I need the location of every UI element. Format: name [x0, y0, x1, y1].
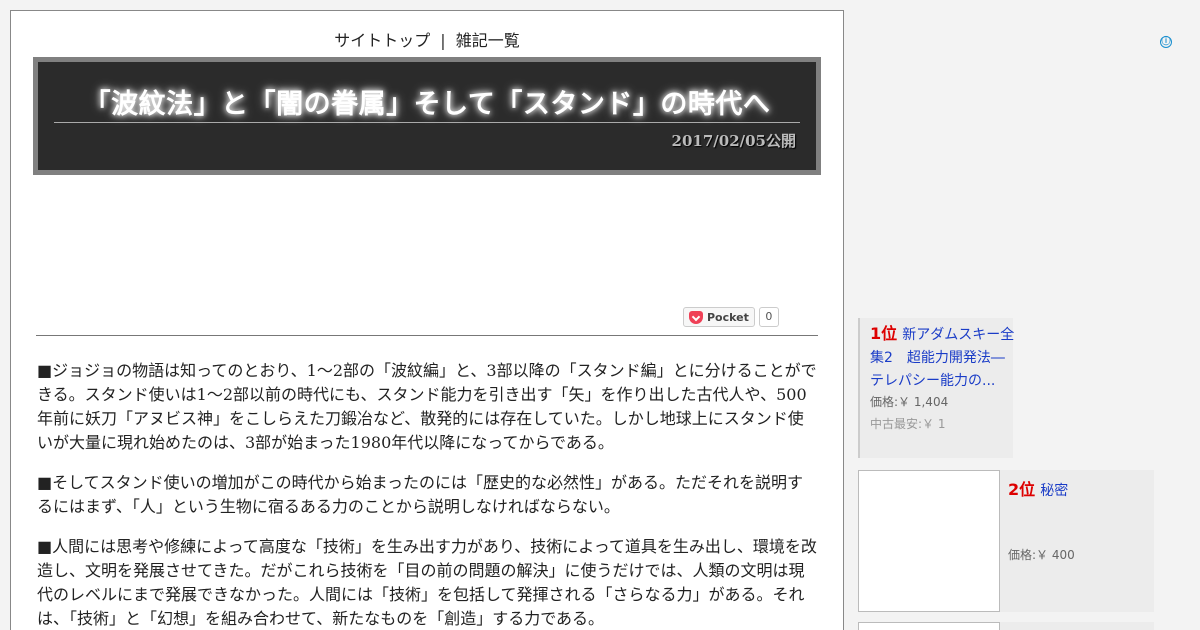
rank-position: 2位 — [1008, 480, 1036, 499]
ranking-item[interactable] — [858, 622, 1154, 630]
misc-list-link[interactable]: 雑記一覧 — [456, 31, 520, 50]
nav-separator: | — [440, 31, 446, 50]
content-divider — [36, 335, 818, 336]
article-body: ■ジョジョの物語は知ってのとおり、1～2部の「波紋編」と、3部以降の「スタンド編… — [37, 359, 817, 630]
article-paragraph: ■そしてスタンド使いの増加がこの時代から始まったのには「歴史的な必然性」がある。… — [37, 473, 803, 516]
main-content: サイトトップ | 雑記一覧 「波紋法」と「闇の眷属」そして「スタンド」の時代へ 20… — [10, 10, 844, 630]
ranking-item-title[interactable]: 秘密 — [1040, 483, 1068, 499]
ranking-item-price: 価格:￥ 1,404 — [870, 395, 949, 409]
ranking-item-used-price: 中古最安:￥ 1 — [870, 417, 946, 431]
ranking-item[interactable]: 2位 秘密 価格:￥ 400 — [858, 470, 1154, 612]
site-top-link[interactable]: サイトトップ — [334, 31, 430, 50]
article-paragraph: ■ジョジョの物語は知ってのとおり、1～2部の「波紋編」と、3部以降の「スタンド編… — [37, 361, 817, 452]
ranking-item-heading: 1位 新アダムスキー全集2 超能力開発法―テレパシー能力の... — [870, 323, 1015, 392]
article-header-inner: 「波紋法」と「闇の眷属」そして「スタンド」の時代へ 2017/02/05公開 — [38, 62, 816, 170]
title-divider — [54, 122, 800, 123]
pocket-share[interactable]: Pocket 0 — [683, 307, 779, 327]
rank-position: 1位 — [870, 324, 898, 343]
ad-info-icon[interactable]: ⓘ — [1160, 36, 1172, 48]
product-thumbnail[interactable] — [858, 622, 1000, 630]
publish-date: 2017/02/05公開 — [671, 132, 796, 150]
ranking-item[interactable]: 1位 新アダムスキー全集2 超能力開発法―テレパシー能力の... 価格:￥ 1,… — [858, 318, 1015, 458]
ranking-item-heading: 2位 秘密 — [1008, 476, 1068, 502]
article-paragraph: ■人間には思考や修練によって高度な「技術」を生み出す力があり、技術によって道具を… — [37, 537, 817, 628]
ranking-item-price: 価格:￥ 400 — [1008, 548, 1075, 562]
pocket-label: Pocket — [707, 310, 749, 324]
article-title: 「波紋法」と「闇の眷属」そして「スタンド」の時代へ — [83, 89, 771, 120]
product-thumbnail[interactable] — [858, 470, 1000, 612]
pocket-icon — [689, 310, 703, 324]
pocket-count: 0 — [758, 307, 779, 327]
article-header: 「波紋法」と「闇の眷属」そして「スタンド」の時代へ 2017/02/05公開 — [33, 57, 821, 175]
pocket-button[interactable]: Pocket — [683, 307, 755, 327]
top-nav: サイトトップ | 雑記一覧 — [11, 27, 843, 51]
